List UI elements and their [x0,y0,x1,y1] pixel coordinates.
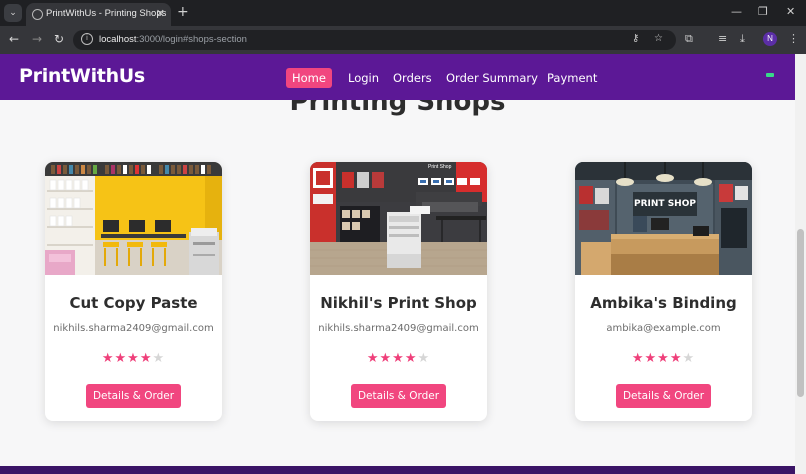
star-icon: ★ [657,351,670,366]
globe-icon [32,9,43,20]
image-sign-text: PRINT SHOP [634,199,696,209]
shop-email: nikhils.sharma2409@gmail.com [318,323,479,334]
reload-icon[interactable]: ↻ [54,32,64,46]
page-footer [0,466,795,474]
browser-toolbar: ← → ↻ i localhost:3000/login#shops-secti… [0,26,806,54]
download-icon[interactable]: ⤓ [740,32,745,46]
star-icon: ★ [644,351,658,366]
browser-tab[interactable]: PrintWithUs - Printing Shops ✕ [26,3,171,26]
tab-title: PrintWithUs - Printing Shops [46,8,167,19]
forward-icon[interactable]: → [32,32,42,46]
profile-avatar[interactable]: N [763,32,777,46]
shop-name: Ambika's Binding [590,294,737,312]
star-empty-icon: ★ [152,351,166,366]
star-empty-icon: ★ [682,351,696,366]
star-icon: ★ [631,351,645,366]
star-icon: ★ [101,351,115,366]
star-icon: ★ [114,351,128,366]
shop-name: Nikhil's Print Shop [320,294,477,312]
browser-menu-icon[interactable]: ⋮ [788,32,799,45]
site-info-icon[interactable]: i [81,33,93,45]
image-sign-text: Print Shop [428,164,452,170]
shop-card: Cut Copy Paste nikhils.sharma2409@gmail.… [45,162,222,421]
restore-icon[interactable]: ❐ [758,5,768,18]
status-indicator [766,73,774,77]
minimize-icon[interactable]: — [731,5,742,18]
url-text: localhost:3000/login#shops-section [99,34,247,45]
back-icon[interactable]: ← [9,32,19,46]
extensions-icon[interactable]: ⧉ [685,32,693,46]
tab-search-button[interactable]: ⌄ [4,4,22,22]
close-window-icon[interactable]: ✕ [786,5,795,18]
page-scrollbar[interactable] [795,54,806,474]
site-navbar: PrintWithUs Home Login Orders Order Summ… [0,54,795,100]
star-icon: ★ [404,351,418,366]
rating-stars: ★★★★★ [45,351,222,366]
star-empty-icon: ★ [417,351,431,366]
shop-email: ambika@example.com [606,323,721,334]
password-key-icon[interactable]: ⚷ [632,33,639,44]
star-icon: ★ [669,351,683,366]
bookmark-star-icon[interactable]: ☆ [654,33,663,44]
nav-home[interactable]: Home [286,68,332,88]
shop-image [45,162,222,275]
details-order-button[interactable]: Details & Order [86,384,181,408]
brand-logo[interactable]: PrintWithUs [19,65,145,87]
browser-tab-strip: ⌄ PrintWithUs - Printing Shops ✕ + — ❐ ✕ [0,0,806,26]
details-order-button[interactable]: Details & Order [616,384,711,408]
nav-order-summary[interactable]: Order Summary [446,68,538,88]
shop-image: PRINT SHOP [575,162,752,275]
rating-stars: ★★★★★ [310,351,487,366]
media-control-icon[interactable]: ≡ [718,32,727,45]
rating-stars: ★★★★★ [575,351,752,366]
star-icon: ★ [366,351,380,366]
nav-orders[interactable]: Orders [393,68,432,88]
star-icon: ★ [127,351,140,366]
new-tab-button[interactable]: + [177,4,189,20]
close-tab-icon[interactable]: ✕ [156,7,165,20]
shop-email: nikhils.sharma2409@gmail.com [53,323,214,334]
details-order-button[interactable]: Details & Order [351,384,446,408]
nav-payment[interactable]: Payment [547,68,597,88]
shop-name: Cut Copy Paste [69,294,198,312]
page-viewport: PrintWithUs Home Login Orders Order Summ… [0,54,795,474]
scrollbar-thumb[interactable] [797,229,804,397]
address-bar[interactable]: i localhost:3000/login#shops-section ⚷ ☆ [73,30,676,50]
shop-image: Print Shop [310,162,487,275]
nav-login[interactable]: Login [348,68,379,88]
shop-card: Print Shop Nikhil's Print Shop nikhils.s… [310,162,487,421]
star-icon: ★ [139,351,153,366]
shop-card: PRINT SHOP Ambika's Binding ambika@examp… [575,162,752,421]
star-icon: ★ [392,351,405,366]
star-icon: ★ [379,351,393,366]
